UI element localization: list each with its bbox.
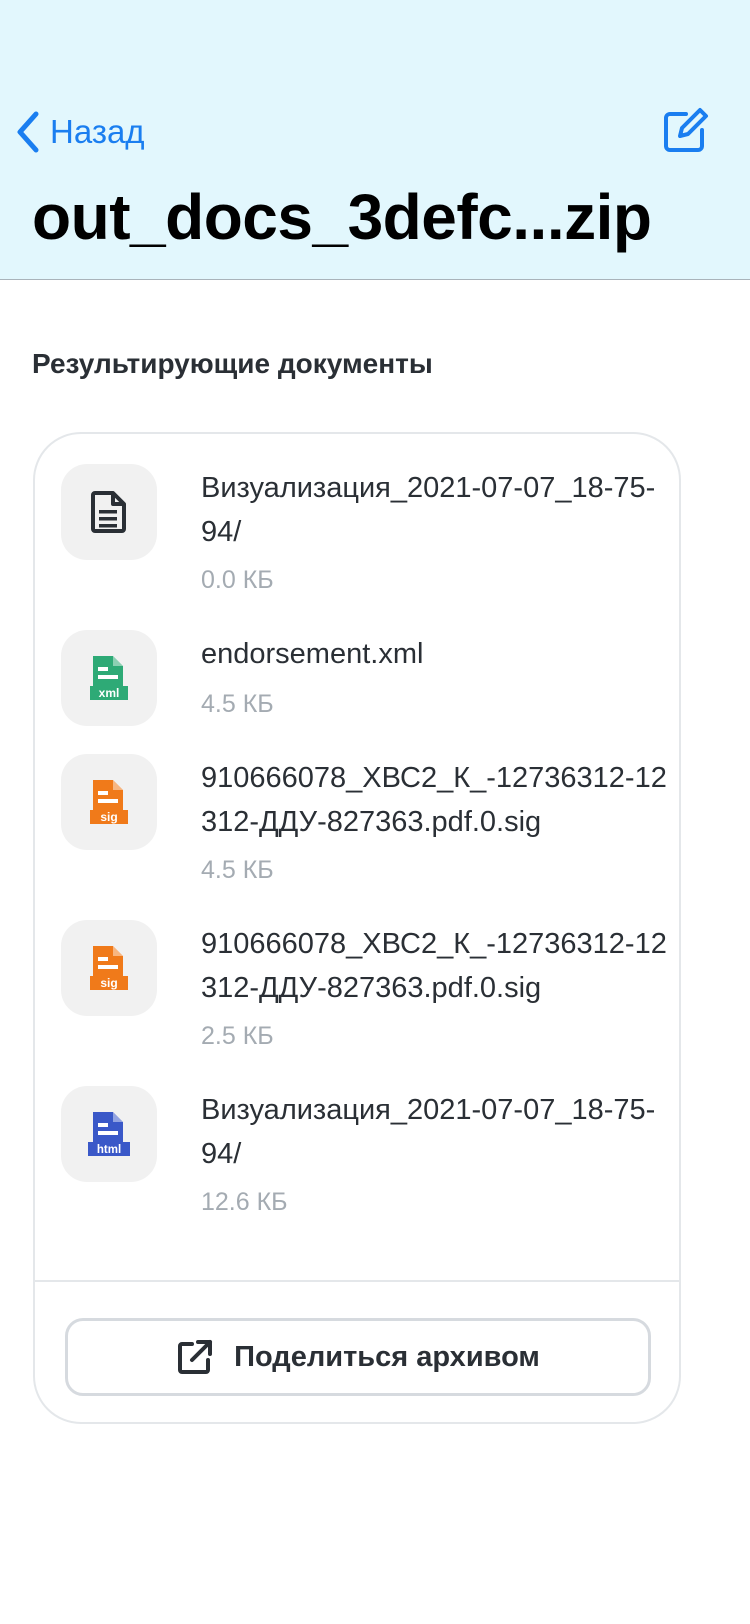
share-label: Поделиться архивом xyxy=(234,1340,540,1373)
file-size: 12.6 КБ xyxy=(201,1188,288,1216)
html-label: html xyxy=(97,1144,121,1156)
file-size: 4.5 КБ xyxy=(201,690,274,718)
external-share-icon xyxy=(178,1340,213,1374)
file-name: endorsement.xml xyxy=(201,638,424,670)
files-card: Визуализация_2021-07-07_18-75-94/ 0.0 КБ… xyxy=(33,432,681,1424)
edit-button[interactable] xyxy=(660,106,710,156)
back-button[interactable]: Назад xyxy=(14,108,145,156)
sig-label: sig xyxy=(100,810,117,824)
sig-file-icon: sig xyxy=(90,946,128,990)
file-icon-container: sig xyxy=(61,920,157,1016)
file-name: Визуализация_2021-07-07_18-75-94/ xyxy=(201,472,656,548)
file-name: 910666078_ХВС2_К_-12736312-12312-ДДУ-827… xyxy=(201,762,667,838)
chevron-left-icon xyxy=(17,111,39,153)
file-icon-container xyxy=(61,464,157,560)
file-icon-container: html xyxy=(61,1086,157,1182)
navigation-header: Назад out_docs_3defc...zip xyxy=(0,0,750,280)
xml-label: xml xyxy=(99,686,120,700)
compose-icon xyxy=(664,108,708,152)
back-label: Назад xyxy=(50,113,145,150)
share-archive-button[interactable]: Поделиться архивом xyxy=(65,1318,651,1396)
sig-file-icon: sig xyxy=(90,780,128,824)
file-name: Визуализация_2021-07-07_18-75-94/ xyxy=(201,1094,656,1170)
xml-file-icon: xml xyxy=(90,656,128,700)
file-size: 2.5 КБ xyxy=(201,1022,274,1050)
divider xyxy=(35,1280,679,1282)
document-icon xyxy=(91,491,126,533)
sig-label: sig xyxy=(100,976,117,990)
section-title: Результирующие документы xyxy=(32,348,433,379)
file-size: 4.5 КБ xyxy=(201,856,274,884)
file-icon-container: sig xyxy=(61,754,157,850)
file-size: 0.0 КБ xyxy=(201,566,274,594)
page-title: out_docs_3defc...zip xyxy=(32,181,652,253)
file-icon-container: xml xyxy=(61,630,157,726)
file-name: 910666078_ХВС2_К_-12736312-12312-ДДУ-827… xyxy=(201,928,667,1004)
html-file-icon: html xyxy=(88,1112,130,1156)
